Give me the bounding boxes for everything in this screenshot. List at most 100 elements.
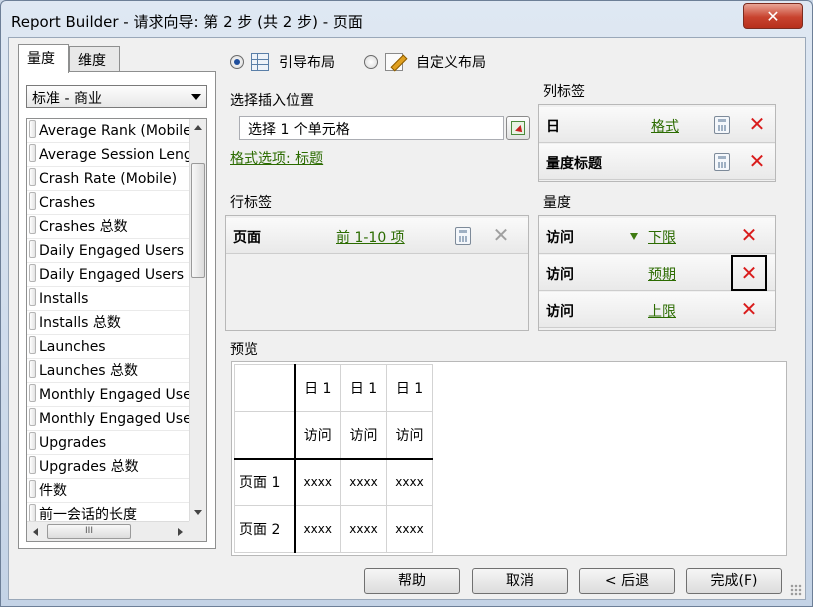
- list-item-label: Crash Rate (Mobile): [39, 171, 178, 187]
- hscroll-thumb[interactable]: III: [47, 524, 131, 539]
- tab-metrics[interactable]: 量度: [18, 44, 69, 73]
- metric-item-icon: [29, 408, 36, 426]
- custom-layout-radio[interactable]: [364, 55, 378, 69]
- remove-x-icon[interactable]: ✕: [731, 255, 767, 291]
- metric-row[interactable]: 访问 上限 ✕: [539, 292, 775, 328]
- remove-x-icon[interactable]: ✕: [747, 114, 767, 134]
- list-item[interactable]: Monthly Engaged Users: [27, 407, 189, 431]
- custom-layout-label[interactable]: 自定义布局: [416, 52, 486, 72]
- metric-item-icon: [29, 312, 36, 330]
- list-item-label: Upgrades 总数: [39, 459, 139, 475]
- preview-cell: xxxx: [340, 458, 387, 506]
- pencil-edit-icon: [385, 53, 403, 71]
- preview-corner-cell: [234, 411, 296, 460]
- cancel-button[interactable]: 取消: [472, 568, 568, 594]
- list-item[interactable]: Upgrades: [27, 431, 189, 455]
- column-format-link[interactable]: 格式: [651, 116, 679, 136]
- calculator-icon[interactable]: [455, 227, 471, 245]
- scroll-right-icon[interactable]: [178, 528, 183, 536]
- list-item-label: Crashes 总数: [39, 219, 128, 235]
- finish-button[interactable]: 完成(F): [686, 568, 782, 594]
- metrics-list[interactable]: Average Rank (Mobile) Average Session Len…: [26, 118, 207, 542]
- dialog-client: 量度 维度 标准 - 商业 Average Rank (Mobile) Avera…: [8, 37, 806, 600]
- vertical-scrollbar[interactable]: [189, 119, 206, 521]
- calculator-icon[interactable]: [714, 153, 730, 171]
- scroll-down-icon[interactable]: [194, 510, 202, 515]
- list-item[interactable]: Launches 总数: [27, 359, 189, 383]
- preview-cell: xxxx: [340, 505, 387, 553]
- column-label-name: 日: [546, 119, 560, 135]
- list-item[interactable]: Launches: [27, 335, 189, 359]
- row-labels-title: 行标签: [230, 195, 272, 211]
- column-label-row[interactable]: 日 格式 ✕: [539, 107, 775, 143]
- list-item[interactable]: 前一会话的长度: [27, 503, 189, 521]
- metric-item-icon: [29, 120, 36, 138]
- row-top-items-link[interactable]: 前 1-10 项: [336, 227, 405, 247]
- help-button[interactable]: 帮助: [364, 568, 460, 594]
- metric-set-dropdown[interactable]: 标准 - 商业: [26, 85, 207, 108]
- metric-item-icon: [29, 432, 36, 450]
- column-label-row[interactable]: 量度标题 ✕: [539, 144, 775, 180]
- resize-grip-icon[interactable]: [790, 584, 802, 596]
- list-item-label: Installs: [39, 291, 89, 307]
- list-item[interactable]: Crashes: [27, 191, 189, 215]
- list-item-label: Monthly Engaged Users: [39, 387, 189, 403]
- scroll-thumb[interactable]: [191, 163, 205, 278]
- list-item[interactable]: Average Session Length: [27, 143, 189, 167]
- format-options-link[interactable]: 格式选项: 标题: [230, 148, 323, 168]
- remove-x-icon[interactable]: ✕: [739, 299, 759, 319]
- metric-item-icon: [29, 336, 36, 354]
- metric-row[interactable]: 访问 下限 ✕: [539, 218, 775, 254]
- triangle-down-icon: [630, 233, 638, 240]
- metric-expected-link[interactable]: 预期: [648, 264, 676, 284]
- row-label-row[interactable]: 页面 前 1-10 项 ✕: [226, 218, 528, 254]
- list-item[interactable]: Crash Rate (Mobile): [27, 167, 189, 191]
- list-item[interactable]: Upgrades 总数: [27, 455, 189, 479]
- back-button[interactable]: < 后退: [579, 568, 675, 594]
- calculator-icon[interactable]: [714, 116, 730, 134]
- preview-cell: xxxx: [294, 505, 341, 553]
- cell-picker-icon[interactable]: [506, 116, 530, 140]
- preview-day-header: 日 1: [294, 364, 341, 412]
- metrics-panel-right: 访问 下限 ✕ 访问 预期 ✕ 访问 上限 ✕: [538, 215, 776, 331]
- metric-upper-bound-link[interactable]: 上限: [648, 301, 676, 321]
- title-bar[interactable]: Report Builder - 请求向导: 第 2 步 (共 2 步) - 页…: [1, 1, 812, 37]
- preview-day-header: 日 1: [386, 364, 433, 412]
- list-item[interactable]: Average Rank (Mobile): [27, 119, 189, 143]
- preview-corner-cell: [234, 364, 296, 412]
- list-item-label: Average Rank (Mobile): [39, 123, 189, 139]
- horizontal-scrollbar[interactable]: III: [27, 521, 189, 541]
- list-item-label: Monthly Engaged Users: [39, 411, 189, 427]
- list-item[interactable]: Installs: [27, 287, 189, 311]
- preview-cell: xxxx: [294, 458, 341, 506]
- scroll-up-icon[interactable]: [194, 125, 202, 130]
- metrics-panel: 标准 - 商业 Average Rank (Mobile) Average Ses…: [18, 71, 216, 549]
- metric-row[interactable]: 访问 预期 ✕: [539, 255, 775, 291]
- preview-metric-header: 访问: [340, 411, 387, 460]
- close-icon[interactable]: ✕: [743, 3, 803, 29]
- report-builder-window: Report Builder - 请求向导: 第 2 步 (共 2 步) - 页…: [0, 0, 813, 607]
- list-item-label: Installs 总数: [39, 315, 121, 331]
- scroll-corner: [189, 521, 206, 541]
- list-item-label: Daily Engaged Users: [39, 243, 185, 259]
- guided-layout-label[interactable]: 引导布局: [279, 52, 335, 72]
- list-item-label: 前一会话的长度: [39, 507, 137, 521]
- metric-lower-bound-link[interactable]: 下限: [648, 227, 676, 247]
- list-item[interactable]: 件数: [27, 479, 189, 503]
- list-item[interactable]: Crashes 总数: [27, 215, 189, 239]
- remove-x-icon[interactable]: ✕: [491, 225, 511, 245]
- preview-cell: xxxx: [386, 458, 433, 506]
- list-item[interactable]: Installs 总数: [27, 311, 189, 335]
- insert-location-input[interactable]: 选择 1 个单元格: [239, 116, 504, 140]
- tab-dimensions[interactable]: 维度: [69, 46, 120, 72]
- remove-x-icon[interactable]: ✕: [747, 151, 767, 171]
- list-item[interactable]: Daily Engaged Users: [27, 239, 189, 263]
- guided-layout-radio[interactable]: [230, 55, 244, 69]
- list-item[interactable]: Daily Engaged Users 总数: [27, 263, 189, 287]
- list-item-label: Launches 总数: [39, 363, 139, 379]
- list-item[interactable]: Monthly Engaged Users: [27, 383, 189, 407]
- column-label-name: 量度标题: [546, 156, 602, 172]
- scroll-left-icon[interactable]: [33, 528, 38, 536]
- preview-cell: xxxx: [386, 505, 433, 553]
- remove-x-icon[interactable]: ✕: [739, 225, 759, 245]
